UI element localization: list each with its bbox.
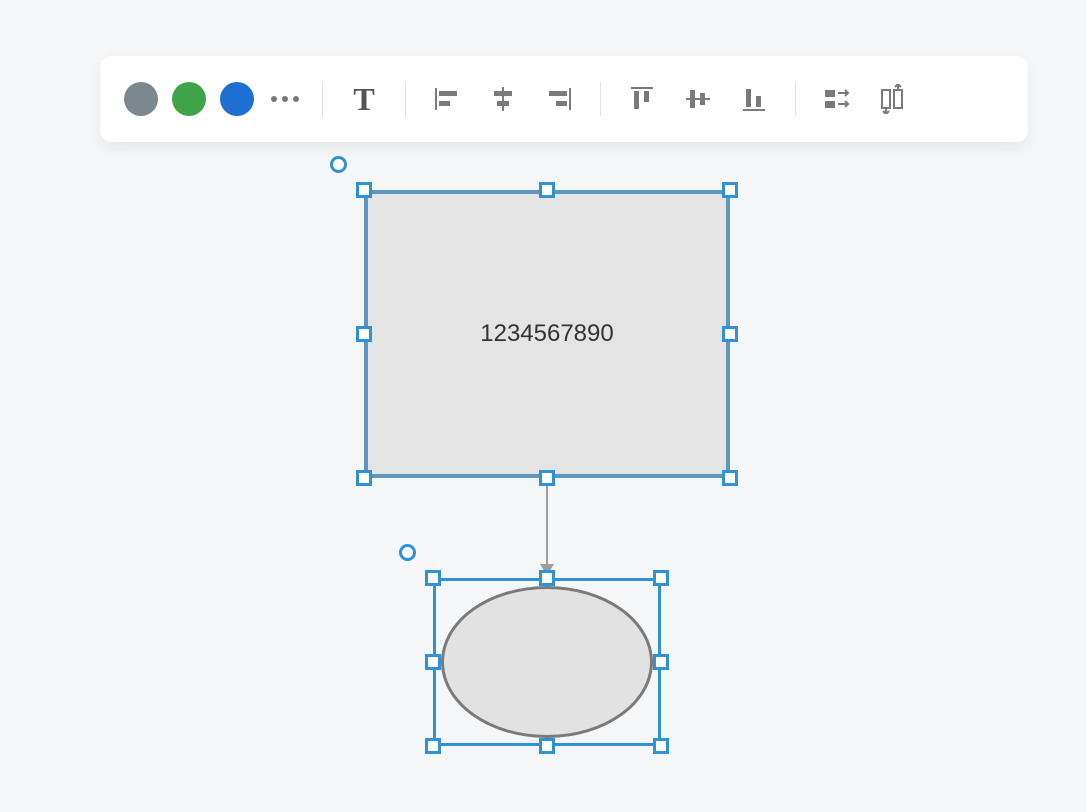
resize-handle-ne[interactable] bbox=[653, 570, 669, 586]
resize-handle-n[interactable] bbox=[539, 570, 555, 586]
resize-handle-n[interactable] bbox=[539, 182, 555, 198]
ellipse-fill bbox=[441, 586, 653, 738]
rotate-handle[interactable] bbox=[399, 544, 416, 561]
connector-arrow[interactable] bbox=[543, 480, 551, 580]
rotate-handle[interactable] bbox=[330, 156, 347, 173]
resize-handle-w[interactable] bbox=[356, 326, 372, 342]
rectangle-text[interactable]: 1234567890 bbox=[364, 190, 730, 478]
resize-handle-s[interactable] bbox=[539, 738, 555, 754]
diagram-canvas[interactable]: 1234567890 bbox=[0, 0, 1086, 812]
resize-handle-se[interactable] bbox=[653, 738, 669, 754]
resize-handle-nw[interactable] bbox=[425, 570, 441, 586]
shape-ellipse[interactable] bbox=[433, 578, 661, 746]
resize-handle-nw[interactable] bbox=[356, 182, 372, 198]
connector-line bbox=[546, 480, 548, 566]
resize-handle-e[interactable] bbox=[722, 326, 738, 342]
resize-handle-sw[interactable] bbox=[356, 470, 372, 486]
resize-handle-s[interactable] bbox=[539, 470, 555, 486]
resize-handle-sw[interactable] bbox=[425, 738, 441, 754]
resize-handle-e[interactable] bbox=[653, 654, 669, 670]
resize-handle-se[interactable] bbox=[722, 470, 738, 486]
resize-handle-w[interactable] bbox=[425, 654, 441, 670]
shape-rectangle[interactable]: 1234567890 bbox=[364, 190, 730, 478]
resize-handle-ne[interactable] bbox=[722, 182, 738, 198]
